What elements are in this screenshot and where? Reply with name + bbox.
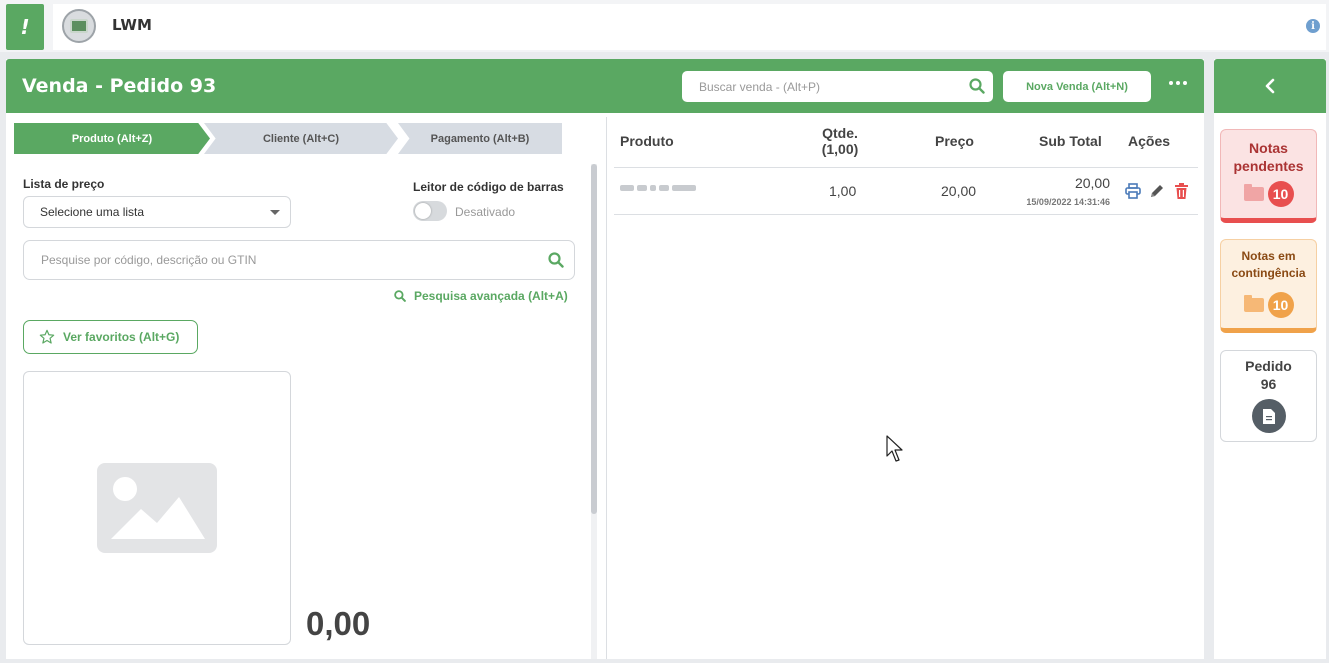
price-list-label: Lista de preço [23,177,105,191]
page-title: Venda - Pedido 93 [22,75,217,97]
advanced-search-label: Pesquisa avançada (Alt+A) [414,289,568,303]
search-icon[interactable] [548,252,564,268]
barcode-reader-toggle[interactable] [413,201,447,221]
pending-notes-card[interactable]: Notas pendentes 10 [1220,129,1317,223]
search-icon[interactable] [969,78,985,94]
qtde-header-line1: Qtde. [822,125,858,141]
column-header-produto: Produto [620,133,674,149]
favorites-button[interactable]: Ver favoritos (Alt+G) [23,320,198,354]
product-name-redacted [620,184,704,192]
product-search-box [23,240,575,280]
document-icon [1251,399,1286,433]
row-subtotal: 20,00 [1074,175,1110,191]
folder-icon [1243,295,1264,312]
order-card[interactable]: Pedido 96 [1220,350,1317,442]
step-produto[interactable]: Produto (Alt+Z) [14,123,210,154]
product-price: 0,00 [306,605,371,642]
chevron-down-icon [270,210,280,215]
price-list-value: Selecione uma lista [40,205,145,219]
folder-icon [1243,184,1264,201]
right-sidebar: Notas pendentes 10 Notas em contingência… [1214,59,1326,659]
app-logo-glyph: ! [20,15,30,39]
pending-notes-title-line1: Notas [1249,140,1288,156]
order-title-line2: 96 [1260,376,1277,392]
contingency-notes-count: 10 [1267,292,1294,318]
pending-notes-title-line2: pendentes [1233,158,1304,174]
step-pagamento[interactable]: Pagamento (Alt+B) [398,123,562,154]
print-icon[interactable] [1125,183,1141,199]
panel-divider [606,117,607,659]
row-qtde: 1,00 [829,183,857,199]
edit-icon[interactable] [1149,183,1165,199]
contingency-notes-title-line1: Notas em [1241,249,1296,263]
sale-header: Venda - Pedido 93 Nova Venda (Alt+N) [6,59,1204,113]
header-divider [614,167,1198,168]
company-name: LWM [112,16,152,34]
star-icon [39,329,55,344]
new-sale-button[interactable]: Nova Venda (Alt+N) [1003,71,1151,102]
mouse-cursor-icon [886,435,903,462]
column-header-subtotal: Sub Total [1039,133,1102,149]
contingency-notes-title-line2: contingência [1231,266,1306,280]
collapse-sidebar-button[interactable] [1214,59,1326,113]
search-icon [394,290,406,302]
pending-notes-count: 10 [1267,181,1294,207]
row-preco: 20,00 [941,183,977,199]
advanced-search-link[interactable]: Pesquisa avançada (Alt+A) [394,289,568,303]
row-timestamp: 15/09/2022 14:31:46 [1026,197,1110,207]
app-logo[interactable]: ! [6,4,44,50]
scrollbar-thumb[interactable] [591,164,597,514]
sale-search-box [682,71,993,102]
company-avatar[interactable] [62,9,96,43]
row-divider [614,214,1198,215]
product-search-input[interactable] [24,241,524,279]
step-cliente[interactable]: Cliente (Alt+C) [204,123,398,154]
column-header-qtde: Qtde. (1,00) [820,125,860,157]
price-list-select[interactable]: Selecione uma lista [23,196,291,228]
sale-search-input[interactable] [682,71,952,102]
qtde-header-line2: (1,00) [821,141,859,157]
column-header-acoes: Ações [1128,133,1171,149]
image-placeholder-icon [97,463,217,553]
chevron-left-icon [1265,78,1275,94]
contingency-notes-card[interactable]: Notas em contingência 10 [1220,239,1317,333]
barcode-reader-state: Desativado [455,205,516,219]
barcode-reader-label: Leitor de código de barras [413,180,564,194]
company-logo-icon [70,19,88,33]
order-title-line1: Pedido [1245,358,1292,374]
product-image-placeholder [23,371,291,645]
info-icon-glyph: i [1311,20,1315,32]
info-icon[interactable]: i [1306,19,1320,33]
column-header-preco: Preço [935,133,974,149]
trash-icon[interactable] [1174,183,1189,199]
top-bar-content [53,4,1326,50]
sale-panel: Venda - Pedido 93 Nova Venda (Alt+N) Pro… [6,59,1204,659]
more-options-icon[interactable] [1169,81,1187,85]
favorites-label: Ver favoritos (Alt+G) [63,330,180,344]
top-bar: ! LWM i [0,0,1329,52]
